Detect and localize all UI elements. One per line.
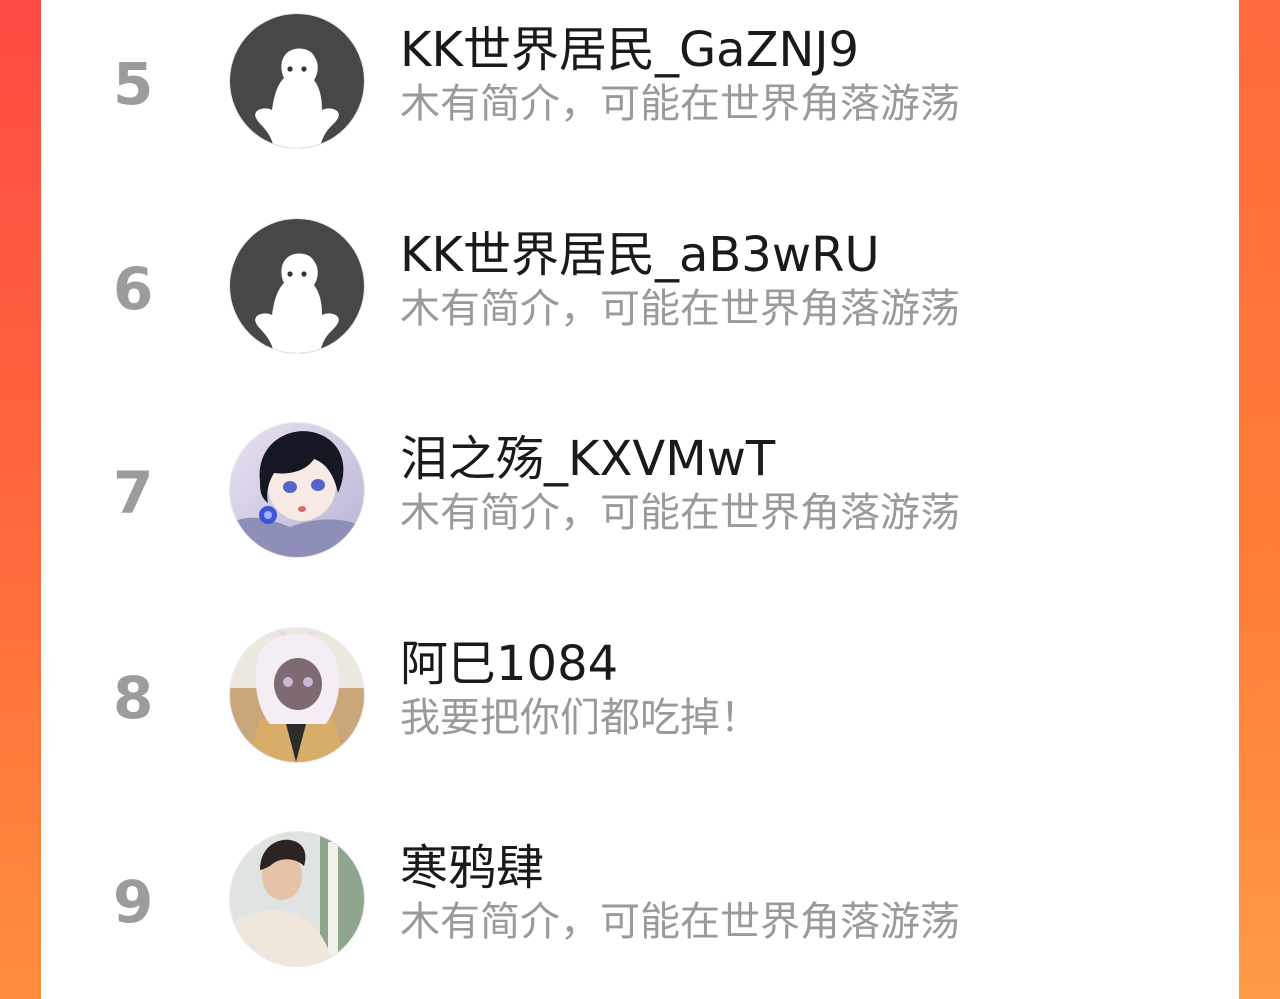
avatar-default-ghost[interactable] [230, 14, 364, 148]
ranking-card: 5 KK世界居民_GaZNJ9 木有简介，可能在世界角落游荡 6 KK世界居民_… [41, 0, 1239, 999]
user-bio: 我要把你们都吃掉！ [400, 695, 760, 741]
avatar-anime-boy[interactable] [230, 423, 364, 557]
photo-person-avatar-icon [230, 832, 364, 966]
user-name[interactable]: 寒鸦肆 [400, 840, 544, 896]
rank-number: 8 [113, 664, 154, 732]
default-ghost-avatar-icon [230, 219, 364, 353]
user-name[interactable]: KK世界居民_GaZNJ9 [400, 22, 859, 78]
avatar-photo-person[interactable] [230, 832, 364, 966]
ranking-row-6[interactable]: 6 KK世界居民_aB3wRU 木有简介，可能在世界角落游荡 [41, 219, 1239, 355]
ranking-page: 5 KK世界居民_GaZNJ9 木有简介，可能在世界角落游荡 6 KK世界居民_… [0, 0, 1280, 999]
user-bio: 木有简介，可能在世界角落游荡 [400, 81, 960, 127]
rank-number: 6 [113, 255, 154, 323]
anime-girl-avatar-icon [230, 628, 364, 762]
user-name[interactable]: 阿巳1084 [400, 636, 618, 692]
user-bio: 木有简介，可能在世界角落游荡 [400, 899, 960, 945]
rank-number: 7 [113, 459, 154, 527]
anime-boy-avatar-icon [230, 423, 364, 557]
ranking-row-9[interactable]: 9 寒鸦肆 木有简介，可能在世界角落游荡 [41, 832, 1239, 968]
user-bio: 木有简介，可能在世界角落游荡 [400, 286, 960, 332]
ranking-row-8[interactable]: 8 阿巳1084 我要把你们都吃掉！ [41, 628, 1239, 764]
default-ghost-avatar-icon [230, 14, 364, 148]
rank-number: 9 [113, 868, 154, 936]
avatar-default-ghost[interactable] [230, 219, 364, 353]
ranking-row-7[interactable]: 7 泪之殇_KXVMwT 木有简介，可能在世界角落游荡 [41, 423, 1239, 559]
ranking-row-5[interactable]: 5 KK世界居民_GaZNJ9 木有简介，可能在世界角落游荡 [41, 14, 1239, 150]
user-name[interactable]: 泪之殇_KXVMwT [400, 431, 775, 487]
user-bio: 木有简介，可能在世界角落游荡 [400, 490, 960, 536]
avatar-anime-girl[interactable] [230, 628, 364, 762]
rank-number: 5 [113, 50, 154, 118]
user-name[interactable]: KK世界居民_aB3wRU [400, 227, 880, 283]
